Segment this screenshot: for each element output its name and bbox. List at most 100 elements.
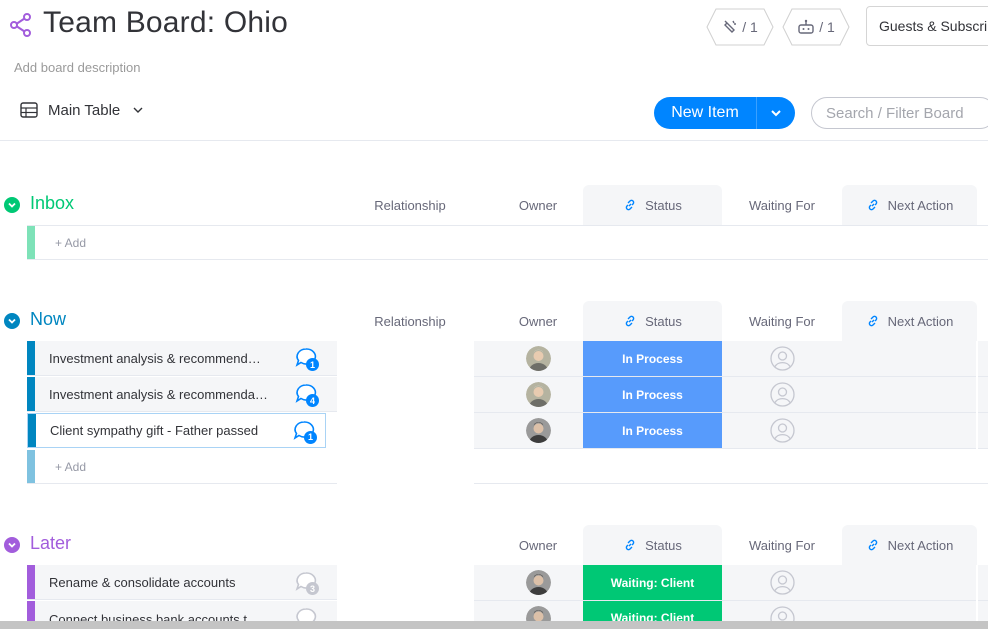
table-row[interactable]: Connect business bank accounts t	[27, 601, 337, 621]
waiting-for-person-cell[interactable]	[770, 570, 795, 600]
group-collapse-toggle-now[interactable]	[4, 313, 20, 329]
waiting-for-person-cell[interactable]	[770, 382, 795, 412]
owner-avatar[interactable]	[526, 346, 551, 376]
item-name[interactable]: Investment analysis & recommenda…	[35, 387, 291, 402]
row-band	[474, 341, 988, 449]
group-color-bar	[27, 226, 35, 259]
item-updates-button[interactable]: 1	[289, 420, 319, 444]
row-divider	[474, 448, 988, 449]
column-header-status[interactable]: Status	[583, 301, 722, 341]
group-title-now[interactable]: Now	[30, 309, 66, 330]
view-tab-label: Main Table	[48, 101, 121, 119]
status-cell[interactable]: In Process	[583, 377, 722, 412]
table-row[interactable]: Rename & consolidate accounts 3	[27, 565, 337, 600]
horizontal-scrollbar[interactable]	[0, 621, 988, 629]
column-gap	[976, 341, 978, 449]
row-divider	[27, 483, 337, 484]
waiting-for-person-cell[interactable]	[770, 418, 795, 448]
add-item-row-inbox[interactable]: + Add	[35, 226, 335, 259]
activity-count: / 1	[742, 19, 758, 35]
group-title-later[interactable]: Later	[30, 533, 71, 554]
column-header-relationship[interactable]: Relationship	[348, 186, 472, 225]
column-header-label: Next Action	[887, 197, 954, 213]
guests-subscribers-button[interactable]: Guests & Subscribers	[866, 6, 988, 46]
group-color-bar	[27, 601, 35, 621]
table-row[interactable]: Client sympathy gift - Father passed 1	[27, 413, 326, 448]
chevron-down-icon	[8, 542, 16, 548]
group-collapse-toggle-inbox[interactable]	[4, 197, 20, 213]
item-name[interactable]: Client sympathy gift - Father passed	[36, 423, 289, 438]
column-header-waiting-for[interactable]: Waiting For	[722, 186, 842, 225]
view-tab-main-table[interactable]: Main Table	[20, 101, 144, 119]
status-cell[interactable]: Waiting: Client	[583, 601, 722, 621]
chevron-down-icon	[771, 110, 781, 117]
item-updates-button[interactable]: 4	[291, 383, 321, 407]
waiting-for-person-cell[interactable]	[770, 346, 795, 376]
status-cell[interactable]: In Process	[583, 341, 722, 376]
column-header-relationship[interactable]: Relationship	[348, 302, 472, 341]
column-header-next-action[interactable]: Next Action	[842, 185, 977, 225]
column-header-label: Next Action	[887, 313, 954, 329]
column-header-owner[interactable]: Owner	[494, 526, 582, 565]
avatar	[526, 418, 551, 443]
column-header-waiting-for[interactable]: Waiting For	[722, 526, 842, 565]
column-header-status[interactable]: Status	[583, 525, 722, 565]
item-updates-button[interactable]	[291, 601, 321, 621]
group-color-bar	[27, 377, 35, 411]
status-cell[interactable]: In Process	[583, 413, 722, 448]
column-header-label: Next Action	[887, 537, 954, 553]
empty-person-icon	[770, 346, 795, 371]
item-updates-button[interactable]: 1	[291, 347, 321, 371]
link-icon	[625, 315, 635, 327]
new-item-dropdown-button[interactable]	[757, 97, 795, 129]
robot-icon	[798, 19, 814, 34]
chevron-down-icon	[8, 202, 16, 208]
table-row[interactable]: Investment analysis & recommenda… 4	[27, 377, 337, 412]
column-header-waiting-for[interactable]: Waiting For	[722, 302, 842, 341]
group-title-inbox[interactable]: Inbox	[30, 193, 74, 214]
avatar	[526, 570, 551, 595]
status-cell[interactable]: Waiting: Client	[583, 565, 722, 600]
column-header-status[interactable]: Status	[583, 185, 722, 225]
avatar	[526, 606, 551, 621]
group-color-bar	[28, 414, 36, 447]
waiting-for-person-cell[interactable]	[770, 606, 795, 621]
search-filter-input[interactable]	[811, 97, 988, 129]
activity-button[interactable]: / 1	[706, 8, 774, 46]
updates-count-badge: 1	[304, 430, 317, 444]
add-item-row-now[interactable]: + Add	[35, 450, 335, 483]
empty-person-icon	[770, 418, 795, 443]
row-divider	[474, 600, 988, 601]
item-updates-button[interactable]: 3	[291, 571, 321, 595]
column-header-next-action[interactable]: Next Action	[842, 301, 977, 341]
updates-count-badge: 1	[306, 358, 319, 371]
column-header-next-action[interactable]: Next Action	[842, 525, 977, 565]
link-icon	[868, 539, 877, 551]
column-header-label: Status	[645, 313, 682, 329]
item-name[interactable]: Connect business bank accounts t	[35, 601, 291, 621]
item-name[interactable]: Rename & consolidate accounts	[35, 575, 291, 590]
column-header-owner[interactable]: Owner	[494, 186, 582, 225]
board-description[interactable]: Add board description	[14, 60, 140, 75]
owner-avatar[interactable]	[526, 606, 551, 621]
owner-avatar[interactable]	[526, 418, 551, 448]
row-divider	[27, 259, 988, 260]
item-name[interactable]: Investment analysis & recommend…	[35, 351, 291, 366]
new-item-button[interactable]: New Item	[654, 97, 756, 129]
owner-avatar[interactable]	[526, 570, 551, 600]
automations-button[interactable]: / 1	[782, 8, 850, 46]
share-icon[interactable]	[8, 12, 34, 38]
page-title[interactable]: Team Board: Ohio	[43, 6, 288, 40]
row-band	[474, 565, 988, 621]
column-header-owner[interactable]: Owner	[494, 302, 582, 341]
row-divider	[474, 376, 988, 377]
chevron-down-icon[interactable]	[132, 104, 144, 116]
link-icon	[868, 315, 877, 327]
updates-count-badge: 4	[306, 394, 319, 407]
group-color-bar	[27, 341, 35, 375]
group-collapse-toggle-later[interactable]	[4, 537, 20, 553]
table-icon	[20, 102, 38, 118]
owner-avatar[interactable]	[526, 382, 551, 412]
table-row[interactable]: Investment analysis & recommend… 1	[27, 341, 337, 376]
column-header-label: Status	[645, 197, 682, 213]
